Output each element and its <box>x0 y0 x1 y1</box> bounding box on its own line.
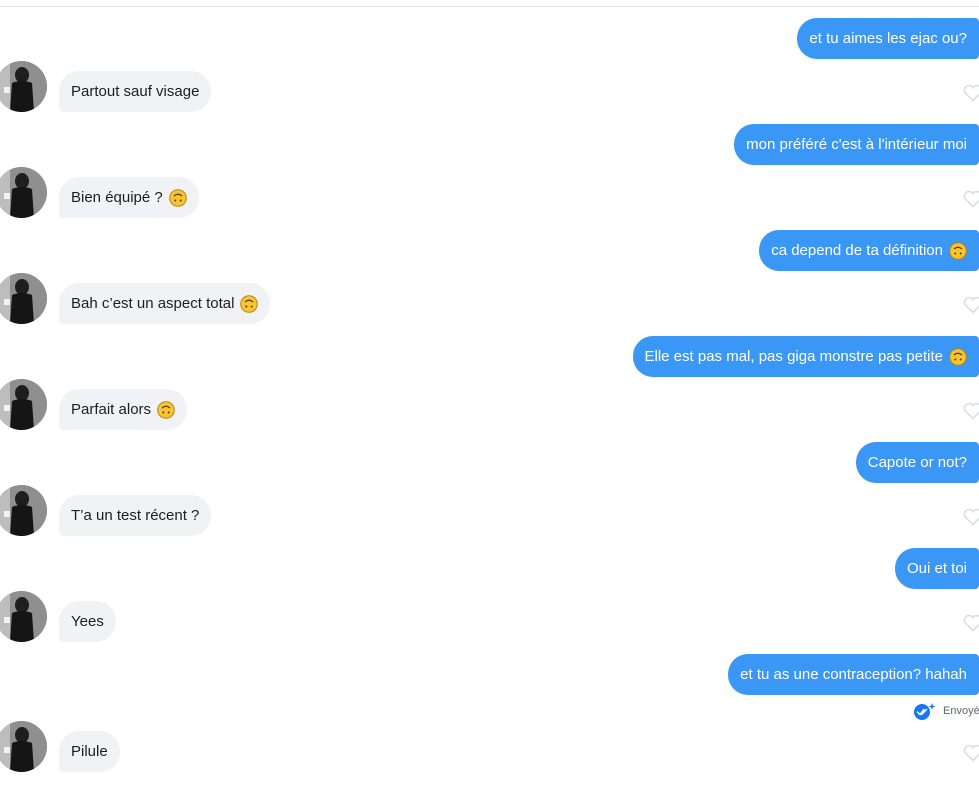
message-thread[interactable]: et tu aimes les ejac ou? Partout sauf vi… <box>0 0 979 786</box>
avatar-photo <box>0 167 47 218</box>
double-check-icon <box>914 703 936 720</box>
message-status: Envoyé <box>913 701 979 721</box>
message-text: Partout sauf visage <box>71 83 200 100</box>
status-label: Envoyé <box>943 705 979 717</box>
outgoing-bubble[interactable]: Capote or not? <box>855 442 979 483</box>
message-text: Pilule <box>71 743 108 760</box>
avatar-photo <box>0 721 47 772</box>
message-incoming[interactable]: Bien équipé ? <box>59 177 199 218</box>
like-heart-icon[interactable] <box>963 744 979 762</box>
outgoing-bubble[interactable]: ca depend de ta définition <box>759 230 979 271</box>
message-text: et tu aimes les ejac ou? <box>809 30 967 47</box>
message-incoming[interactable]: Pilule <box>59 731 120 772</box>
message-incoming[interactable]: Parfait alors <box>59 389 188 430</box>
message-incoming[interactable]: Bah c’est un aspect total <box>59 283 271 324</box>
incoming-bubble[interactable]: T’a un test récent ? <box>59 495 212 536</box>
contact-avatar[interactable] <box>0 167 47 218</box>
like-heart-icon[interactable] <box>963 614 979 632</box>
outgoing-bubble[interactable]: et tu aimes les ejac ou? <box>797 18 979 59</box>
message-outgoing[interactable]: Elle est pas mal, pas giga monstre pas p… <box>632 336 979 377</box>
message-outgoing[interactable]: mon préféré c'est à l'intérieur moi <box>734 124 979 165</box>
outgoing-bubble[interactable]: et tu as une contraception? hahah <box>728 654 979 695</box>
upside-down-face-icon <box>157 400 175 419</box>
incoming-bubble[interactable]: Bien équipé ? <box>59 177 199 218</box>
incoming-bubble[interactable]: Pilule <box>59 731 120 772</box>
avatar-photo <box>0 273 47 324</box>
upside-down-face-icon <box>949 347 967 366</box>
message-text: mon préféré c'est à l'intérieur moi <box>746 136 967 153</box>
like-heart-icon[interactable] <box>963 402 979 420</box>
avatar-photo <box>0 61 47 112</box>
incoming-bubble[interactable]: Parfait alors <box>59 389 188 430</box>
like-heart-icon[interactable] <box>963 508 979 526</box>
message-text: ca depend de ta définition <box>771 242 943 259</box>
message-text: Elle est pas mal, pas giga monstre pas p… <box>644 348 944 365</box>
chat-page: et tu aimes les ejac ou? Partout sauf vi… <box>0 0 979 786</box>
avatar-photo <box>0 591 47 642</box>
like-heart-icon[interactable] <box>963 190 979 208</box>
incoming-bubble[interactable]: Bah c’est un aspect total <box>59 283 271 324</box>
message-text: T’a un test récent ? <box>71 507 200 524</box>
message-text: Bah c’est un aspect total <box>71 295 235 312</box>
message-outgoing[interactable]: ca depend de ta définition <box>759 230 979 271</box>
message-text: Parfait alors <box>71 401 152 418</box>
message-text: Bien équipé ? <box>71 189 163 206</box>
upside-down-face-icon <box>240 294 259 313</box>
like-heart-icon[interactable] <box>963 296 979 314</box>
message-outgoing[interactable]: Capote or not? <box>855 442 979 483</box>
like-heart-icon[interactable] <box>963 84 979 102</box>
message-outgoing[interactable]: et tu aimes les ejac ou? <box>797 18 979 59</box>
upside-down-face-icon <box>949 241 967 260</box>
avatar-photo <box>0 485 47 536</box>
message-incoming[interactable]: Partout sauf visage <box>59 71 212 112</box>
message-text: Yees <box>71 613 104 630</box>
message-incoming[interactable]: T’a un test récent ? <box>59 495 212 536</box>
outgoing-bubble[interactable]: Oui et toi <box>894 548 979 589</box>
message-outgoing[interactable]: et tu as une contraception? hahah <box>728 654 979 695</box>
avatar-photo <box>0 379 47 430</box>
contact-avatar[interactable] <box>0 721 47 772</box>
upside-down-face-icon <box>168 188 187 207</box>
message-text: Capote or not? <box>867 454 967 471</box>
message-outgoing[interactable]: Oui et toi <box>894 548 979 589</box>
outgoing-bubble[interactable]: Elle est pas mal, pas giga monstre pas p… <box>632 336 979 377</box>
contact-avatar[interactable] <box>0 591 47 642</box>
message-incoming[interactable]: Yees <box>59 601 116 642</box>
outgoing-bubble[interactable]: mon préféré c'est à l'intérieur moi <box>734 124 979 165</box>
contact-avatar[interactable] <box>0 273 47 324</box>
contact-avatar[interactable] <box>0 61 47 112</box>
incoming-bubble[interactable]: Partout sauf visage <box>59 71 212 112</box>
contact-avatar[interactable] <box>0 485 47 536</box>
message-text: Oui et toi <box>906 560 967 577</box>
contact-avatar[interactable] <box>0 379 47 430</box>
message-text: et tu as une contraception? hahah <box>740 666 967 683</box>
incoming-bubble[interactable]: Yees <box>59 601 116 642</box>
